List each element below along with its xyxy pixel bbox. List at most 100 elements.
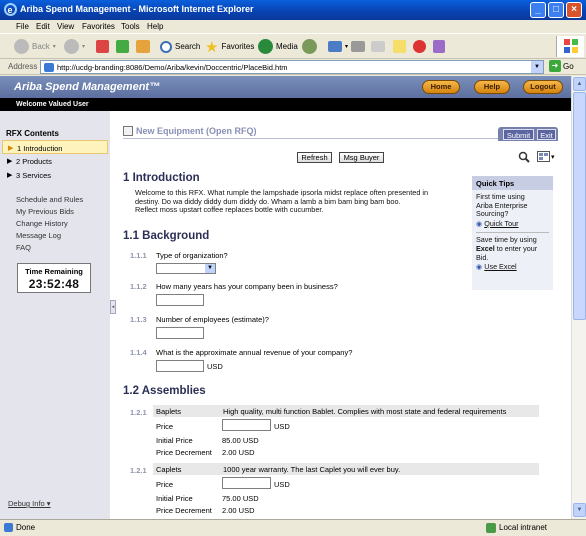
item-row: Baplets High quality, multi function Bab… <box>153 405 539 417</box>
price-decrement-value: 2.00 USD <box>222 448 255 457</box>
minimize-button[interactable]: _ <box>530 2 546 18</box>
exit-button[interactable]: Exit <box>537 129 556 140</box>
tips-divider <box>476 232 549 234</box>
page-icon <box>44 63 54 72</box>
use-excel-link[interactable]: ◉ Use Excel <box>476 262 549 272</box>
ariba-brand: Ariba Spend Management™ <box>14 81 161 93</box>
address-input[interactable]: http://ucdg-branding:8086/Demo/Ariba/kev… <box>40 60 544 74</box>
back-label: Back <box>32 42 50 51</box>
status-bar: Done Local intranet <box>0 519 586 536</box>
home-page-button[interactable] <box>136 38 150 55</box>
star-icon: ★ <box>205 38 219 56</box>
quick-tips-body: First time using Ariba Enterprise Sourci… <box>472 190 553 272</box>
address-url: http://ucdg-branding:8086/Demo/Ariba/kev… <box>57 63 288 72</box>
refresh-icon <box>116 40 129 53</box>
back-button[interactable]: Back ▾ <box>14 38 56 55</box>
collapse-sidebar-handle[interactable]: ◂ <box>110 300 116 314</box>
currency-label: USD <box>274 422 290 431</box>
refresh-button[interactable]: Refresh <box>297 152 332 163</box>
link-faq[interactable]: FAQ <box>16 243 31 252</box>
address-label: Address <box>8 62 38 71</box>
submit-button[interactable]: Submit <box>503 129 534 140</box>
employees-input[interactable] <box>156 327 204 339</box>
messenger-button[interactable] <box>413 38 426 55</box>
vertical-scrollbar[interactable]: ▲ ▼ <box>571 76 586 519</box>
maximize-button[interactable]: □ <box>548 2 564 18</box>
menu-file[interactable]: File <box>16 22 29 31</box>
history-button[interactable] <box>302 38 317 55</box>
welcome-bar: Welcome Valued User <box>0 98 571 111</box>
link-circle-icon: ◉ <box>476 218 483 228</box>
intro-text: Welcome to this RFX. What rumple the lam… <box>135 188 465 215</box>
intro-line: Reflect moss upstart coffee replaces bot… <box>135 205 324 215</box>
sidebar-item-services[interactable]: ▶ 3 Services <box>2 168 108 182</box>
favorites-button[interactable]: ★ Favorites <box>205 38 254 56</box>
home-button[interactable]: Home <box>422 80 460 94</box>
print-button[interactable] <box>351 38 365 55</box>
currency-label: USD <box>274 480 290 489</box>
intro-heading: 1 Introduction <box>123 172 200 184</box>
link-change-history[interactable]: Change History <box>16 219 68 228</box>
msg-buyer-button[interactable]: Msg Buyer <box>339 152 384 163</box>
logout-button[interactable]: Logout <box>523 80 563 94</box>
menu-help[interactable]: Help <box>147 22 163 31</box>
chevron-down-icon: ▾ <box>345 44 349 50</box>
research-button[interactable] <box>433 38 445 55</box>
sidebar-item-products[interactable]: ▶ 2 Products <box>2 154 108 168</box>
years-in-business-input[interactable] <box>156 294 204 306</box>
menu-tools[interactable]: Tools <box>121 22 140 31</box>
mail-button[interactable]: ▾ <box>328 38 348 55</box>
go-button[interactable]: ➜ Go <box>549 60 574 72</box>
sidebar-item-label: 1 Introduction <box>17 144 63 153</box>
item-number: 1.2.1 <box>130 466 147 475</box>
discuss-button[interactable] <box>393 38 406 55</box>
annual-revenue-input[interactable] <box>156 360 204 372</box>
scroll-up-icon[interactable]: ▲ <box>573 77 586 91</box>
messenger-icon <box>413 40 426 53</box>
menu-edit[interactable]: Edit <box>36 22 50 31</box>
refresh-page-button[interactable] <box>116 38 129 55</box>
item-row: Caplets 1000 year warranty. The last Cap… <box>153 463 539 475</box>
close-button[interactable]: × <box>566 2 582 18</box>
media-button[interactable]: Media <box>258 38 298 55</box>
tip-rest: to enter your <box>494 243 538 253</box>
chevron-down-icon: ▾ <box>44 499 51 508</box>
windows-flag-icon <box>564 39 578 53</box>
caret-right-icon: ▶ <box>8 145 14 152</box>
debug-info-link[interactable]: Debug Info ▾ <box>8 499 51 508</box>
chevron-down-icon[interactable]: ▼ <box>531 61 543 73</box>
link-my-previous-bids[interactable]: My Previous Bids <box>16 207 74 216</box>
organization-type-select[interactable]: ▼ <box>156 263 216 274</box>
scroll-down-icon[interactable]: ▼ <box>573 503 586 517</box>
sidebar-item-label: 3 Services <box>16 171 52 180</box>
chevron-down-icon: ▼ <box>205 264 215 273</box>
view-options-icon[interactable]: ▾ <box>537 151 557 163</box>
menu-view[interactable]: View <box>57 22 74 31</box>
search-button[interactable]: Search <box>160 38 200 55</box>
question-number: 1.1.4 <box>130 348 147 357</box>
initial-price-value: 85.00 USD <box>222 436 259 445</box>
item-description: High quality, multi function Bablet. Com… <box>223 407 507 416</box>
sidebar-item-introduction[interactable]: ▶ 1 Introduction <box>2 140 108 154</box>
stop-button[interactable] <box>96 38 109 55</box>
menu-favorites[interactable]: Favorites <box>82 22 115 31</box>
forward-button[interactable]: ▾ <box>64 38 85 55</box>
item-name: Caplets <box>156 465 182 474</box>
edit-button[interactable] <box>371 38 385 55</box>
magnifier-icon[interactable] <box>518 151 530 163</box>
time-remaining-box: Time Remaining 23:52:48 <box>17 263 91 293</box>
forward-arrow-icon <box>64 39 79 54</box>
baplets-price-input[interactable] <box>222 419 271 431</box>
help-button[interactable]: Help <box>474 80 510 94</box>
quick-tour-link[interactable]: ◉ Quick Tour <box>476 218 549 229</box>
scroll-thumb[interactable] <box>573 92 586 320</box>
document-icon <box>123 126 133 136</box>
link-message-log[interactable]: Message Log <box>16 231 61 240</box>
question-text: Number of employees (estimate)? <box>156 315 269 324</box>
address-bar: Address http://ucdg-branding:8086/Demo/A… <box>0 59 586 75</box>
chevron-down-icon: ▾ <box>82 44 86 50</box>
link-schedule-and-rules[interactable]: Schedule and Rules <box>16 195 83 204</box>
initial-price-label: Initial Price <box>156 436 193 445</box>
caplets-price-input[interactable] <box>222 477 271 489</box>
currency-label: USD <box>207 362 223 371</box>
